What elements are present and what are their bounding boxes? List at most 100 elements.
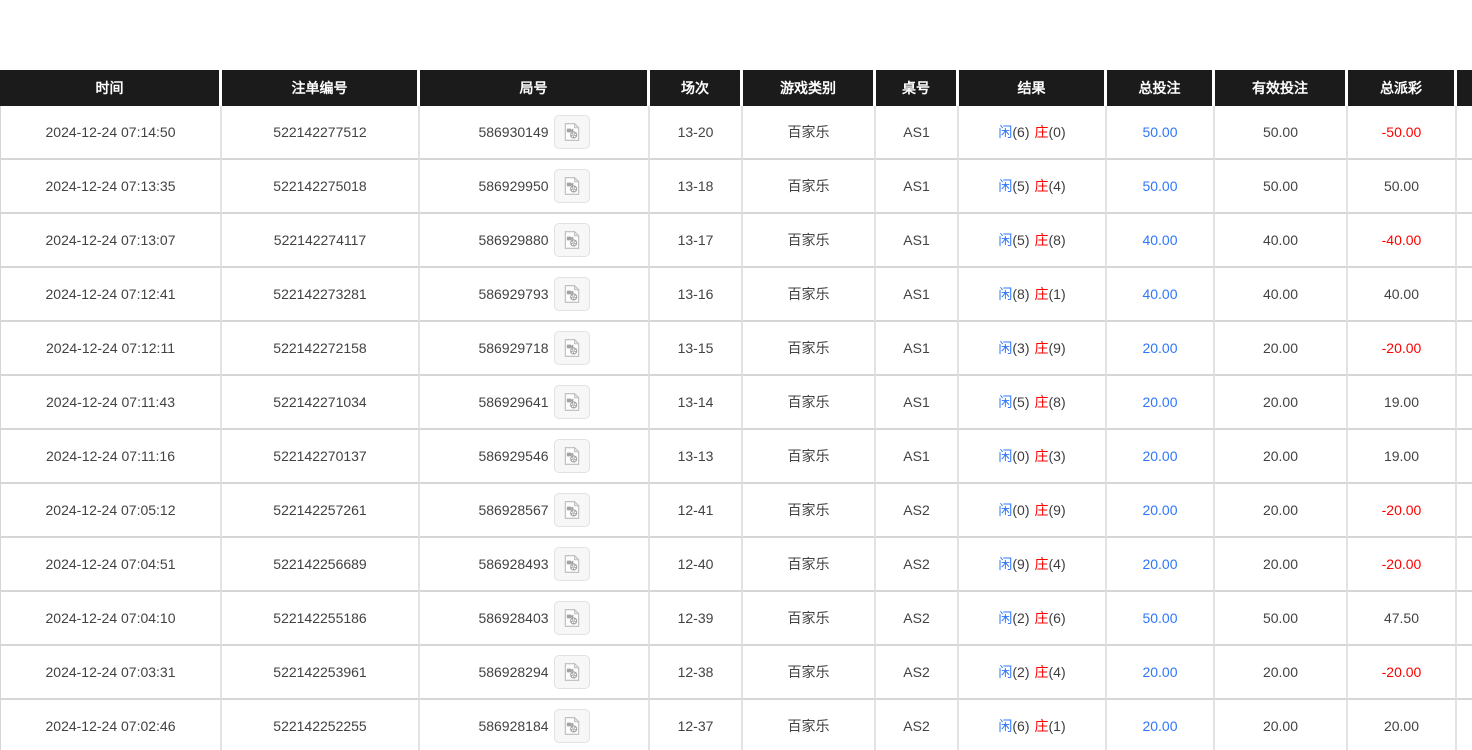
cell-bet-no: 522142252255 [222, 700, 420, 750]
cell-payout: 47.50 [1348, 592, 1457, 646]
cell-bet-no: 522142277512 [222, 106, 420, 160]
cell-valid-bet: 20.00 [1215, 376, 1348, 430]
cell-table-no: AS2 [876, 484, 959, 538]
video-replay-button[interactable] [554, 331, 590, 365]
cell-round-no: 586928294 [420, 646, 650, 700]
video-file-icon [562, 607, 582, 629]
cell-game-type: 百家乐 [743, 646, 876, 700]
cell-result: 闲(5)庄(4) [959, 160, 1107, 214]
cell-result: 闲(0)庄(9) [959, 484, 1107, 538]
cell-valid-bet: 20.00 [1215, 322, 1348, 376]
cell-overflow [1457, 430, 1472, 484]
cell-time: 2024-12-24 07:12:41 [0, 268, 222, 322]
cell-overflow [1457, 592, 1472, 646]
result-banker-label: 庄 [1035, 232, 1049, 248]
video-replay-button[interactable] [554, 385, 590, 419]
result-banker-count: (6) [1049, 610, 1066, 626]
cell-time: 2024-12-24 07:14:50 [0, 106, 222, 160]
cell-game-type: 百家乐 [743, 430, 876, 484]
col-header-overflow [1457, 70, 1472, 106]
result-banker-count: (1) [1049, 286, 1066, 302]
cell-result: 闲(6)庄(0) [959, 106, 1107, 160]
video-replay-button[interactable] [554, 709, 590, 743]
cell-game-type: 百家乐 [743, 538, 876, 592]
video-replay-button[interactable] [554, 439, 590, 473]
cell-total-bet: 50.00 [1107, 592, 1215, 646]
video-replay-button[interactable] [554, 277, 590, 311]
round-number: 586928403 [478, 610, 548, 626]
cell-time: 2024-12-24 07:04:51 [0, 538, 222, 592]
cell-table-no: AS1 [876, 214, 959, 268]
cell-round-no: 586929950 [420, 160, 650, 214]
cell-time: 2024-12-24 07:02:46 [0, 700, 222, 750]
result-banker-label: 庄 [1035, 286, 1049, 302]
video-file-icon [562, 121, 582, 143]
cell-time: 2024-12-24 07:04:10 [0, 592, 222, 646]
cell-bet-no: 522142273281 [222, 268, 420, 322]
cell-total-bet: 50.00 [1107, 106, 1215, 160]
table-row: 2024-12-24 07:12:41 522142273281 5869297… [0, 268, 1472, 322]
cell-time: 2024-12-24 07:11:43 [0, 376, 222, 430]
result-player-count: (8) [1012, 286, 1029, 302]
result-player-label: 闲 [998, 718, 1012, 734]
cell-round-no: 586929880 [420, 214, 650, 268]
cell-game-type: 百家乐 [743, 700, 876, 750]
round-number: 586929793 [478, 286, 548, 302]
round-number: 586929718 [478, 340, 548, 356]
records-table-container: 时间 注单编号 局号 场次 游戏类别 桌号 结果 总投注 有效投注 总派彩 20… [0, 70, 1472, 750]
cell-session: 13-18 [650, 160, 743, 214]
cell-round-no: 586928184 [420, 700, 650, 750]
cell-bet-no: 522142275018 [222, 160, 420, 214]
cell-result: 闲(5)庄(8) [959, 376, 1107, 430]
result-player-count: (5) [1012, 178, 1029, 194]
video-replay-button[interactable] [554, 601, 590, 635]
cell-result: 闲(9)庄(4) [959, 538, 1107, 592]
cell-table-no: AS1 [876, 160, 959, 214]
result-player-count: (6) [1012, 718, 1029, 734]
cell-total-bet: 20.00 [1107, 322, 1215, 376]
cell-bet-no: 522142271034 [222, 376, 420, 430]
result-banker-label: 庄 [1035, 610, 1049, 626]
cell-table-no: AS1 [876, 430, 959, 484]
col-header-table-no: 桌号 [876, 70, 959, 106]
cell-payout: -20.00 [1348, 322, 1457, 376]
cell-total-bet: 20.00 [1107, 376, 1215, 430]
header-row: 时间 注单编号 局号 场次 游戏类别 桌号 结果 总投注 有效投注 总派彩 [0, 70, 1472, 106]
cell-session: 12-37 [650, 700, 743, 750]
cell-result: 闲(2)庄(4) [959, 646, 1107, 700]
result-banker-count: (8) [1049, 394, 1066, 410]
video-replay-button[interactable] [554, 169, 590, 203]
cell-valid-bet: 50.00 [1215, 592, 1348, 646]
cell-game-type: 百家乐 [743, 484, 876, 538]
cell-overflow [1457, 484, 1472, 538]
video-replay-button[interactable] [554, 547, 590, 581]
cell-table-no: AS2 [876, 592, 959, 646]
table-header: 时间 注单编号 局号 场次 游戏类别 桌号 结果 总投注 有效投注 总派彩 [0, 70, 1472, 106]
cell-result: 闲(6)庄(1) [959, 700, 1107, 750]
cell-total-bet: 20.00 [1107, 430, 1215, 484]
table-row: 2024-12-24 07:04:10 522142255186 5869284… [0, 592, 1472, 646]
cell-session: 12-40 [650, 538, 743, 592]
result-banker-label: 庄 [1035, 340, 1049, 356]
cell-valid-bet: 20.00 [1215, 538, 1348, 592]
cell-total-bet: 40.00 [1107, 214, 1215, 268]
video-replay-button[interactable] [554, 223, 590, 257]
col-header-time: 时间 [0, 70, 222, 106]
result-player-count: (3) [1012, 340, 1029, 356]
cell-time: 2024-12-24 07:13:35 [0, 160, 222, 214]
cell-payout: -20.00 [1348, 484, 1457, 538]
result-banker-count: (4) [1049, 556, 1066, 572]
cell-table-no: AS1 [876, 322, 959, 376]
cell-time: 2024-12-24 07:05:12 [0, 484, 222, 538]
cell-table-no: AS2 [876, 646, 959, 700]
cell-round-no: 586929718 [420, 322, 650, 376]
cell-time: 2024-12-24 07:03:31 [0, 646, 222, 700]
cell-overflow [1457, 322, 1472, 376]
cell-result: 闲(8)庄(1) [959, 268, 1107, 322]
video-replay-button[interactable] [554, 493, 590, 527]
video-replay-button[interactable] [554, 655, 590, 689]
cell-overflow [1457, 700, 1472, 750]
video-replay-button[interactable] [554, 115, 590, 149]
cell-total-bet: 20.00 [1107, 484, 1215, 538]
result-banker-count: (3) [1049, 448, 1066, 464]
